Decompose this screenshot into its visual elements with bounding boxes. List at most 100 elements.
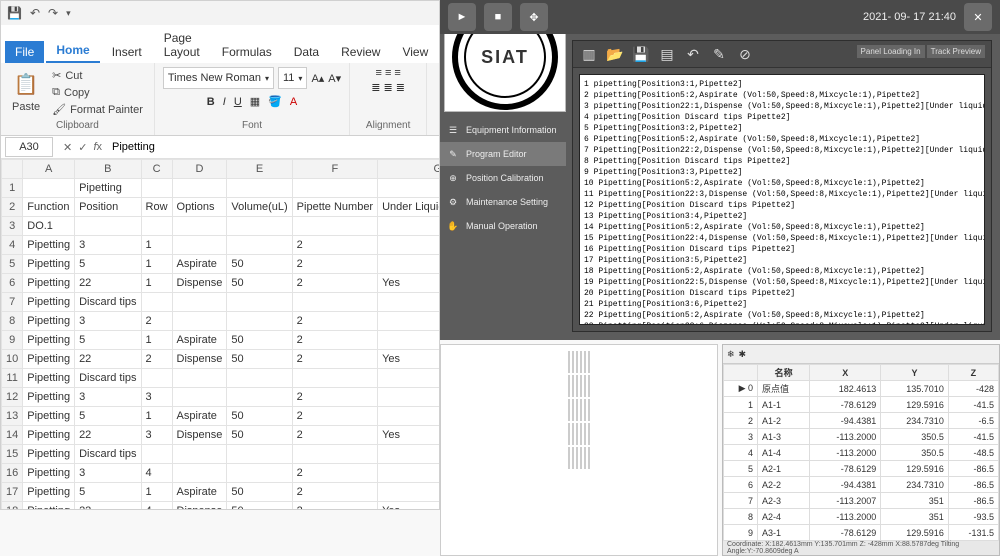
cell[interactable]: Discard tips xyxy=(75,293,141,312)
tab-track-preview[interactable]: Track Preview xyxy=(927,45,985,58)
cell[interactable]: 2 xyxy=(292,274,377,293)
cell[interactable] xyxy=(292,369,377,388)
cell[interactable] xyxy=(227,217,292,236)
tab-review[interactable]: Review xyxy=(331,41,390,63)
tab-panel-loading[interactable]: Panel Loading In xyxy=(857,45,925,58)
row-header[interactable]: 15 xyxy=(2,445,23,464)
thumbnail[interactable] xyxy=(568,351,570,373)
cell[interactable] xyxy=(141,217,172,236)
tab-view[interactable]: View xyxy=(392,41,438,63)
cancel-icon[interactable]: ✕ xyxy=(63,141,72,154)
table-row[interactable]: 5A2-1-78.6129129.5916-86.5 xyxy=(724,461,999,477)
cell[interactable]: 1 xyxy=(141,483,172,502)
font-size-combo[interactable]: 11▾ xyxy=(278,67,307,89)
cell[interactable]: 3 xyxy=(75,388,141,407)
cell[interactable] xyxy=(378,312,439,331)
border-icon[interactable]: ▦ xyxy=(250,95,260,108)
cell[interactable]: 1 xyxy=(141,255,172,274)
thumbnail[interactable] xyxy=(572,447,574,469)
redo-icon[interactable]: ↷ xyxy=(48,6,58,20)
cell[interactable] xyxy=(172,236,227,255)
cell[interactable]: Yes xyxy=(378,502,439,510)
thumbnail[interactable] xyxy=(580,399,582,421)
cell[interactable] xyxy=(141,369,172,388)
cell[interactable]: Discard tips xyxy=(75,445,141,464)
cell[interactable]: 2 xyxy=(141,350,172,369)
cell[interactable] xyxy=(141,445,172,464)
cell[interactable]: 2 xyxy=(292,502,377,510)
cell[interactable]: 22 xyxy=(75,274,141,293)
sidebar-item-program-editor[interactable]: ✎Program Editor xyxy=(440,142,566,166)
cell[interactable]: 2 xyxy=(292,464,377,483)
fill-color-icon[interactable]: 🪣 xyxy=(268,95,282,108)
thumbnail[interactable] xyxy=(588,423,590,445)
thumbnail[interactable] xyxy=(576,447,578,469)
thumbnail[interactable] xyxy=(568,399,570,421)
thumbnail[interactable] xyxy=(588,375,590,397)
row-header[interactable]: 13 xyxy=(2,407,23,426)
italic-button[interactable]: I xyxy=(223,96,226,108)
cell[interactable]: 3 xyxy=(75,312,141,331)
thumbnail[interactable] xyxy=(572,375,574,397)
play-button[interactable]: ► xyxy=(448,3,476,31)
new-icon[interactable]: ▥ xyxy=(579,44,599,64)
thumbnail[interactable] xyxy=(584,447,586,469)
formula-input[interactable] xyxy=(108,136,439,158)
tab-page-layout[interactable]: Page Layout xyxy=(154,27,210,63)
cell[interactable] xyxy=(378,369,439,388)
cell[interactable]: 2 xyxy=(292,426,377,445)
row-header[interactable]: 16 xyxy=(2,464,23,483)
cell[interactable]: Pipetting xyxy=(23,293,75,312)
cell[interactable] xyxy=(227,388,292,407)
thumbnail[interactable] xyxy=(588,447,590,469)
cell[interactable]: 2 xyxy=(292,255,377,274)
thumbnail[interactable] xyxy=(584,351,586,373)
copy-button[interactable]: ⧉Copy xyxy=(49,85,146,100)
cell[interactable]: 1 xyxy=(141,407,172,426)
undo-icon[interactable]: ↶ xyxy=(683,44,703,64)
cell[interactable] xyxy=(378,236,439,255)
thumbnail[interactable] xyxy=(580,447,582,469)
table-row[interactable]: 7A2-3-113.2007351-86.5 xyxy=(724,493,999,509)
cell[interactable]: Pipetting xyxy=(23,502,75,510)
cell[interactable]: Pipetting xyxy=(23,255,75,274)
open-icon[interactable]: 📂 xyxy=(605,44,625,64)
sidebar-item-maintenance-setting[interactable]: ⚙Maintenance Setting xyxy=(440,190,566,214)
row-header[interactable]: 4 xyxy=(2,236,23,255)
col-header[interactable]: C xyxy=(141,160,172,179)
col-header[interactable]: F xyxy=(292,160,377,179)
cell[interactable]: 4 xyxy=(141,464,172,483)
save-icon[interactable]: 💾 xyxy=(631,44,651,64)
cell[interactable]: Dispense xyxy=(172,274,227,293)
star-icon[interactable]: ✱ xyxy=(739,349,747,360)
cell[interactable]: 5 xyxy=(75,407,141,426)
thumbnail[interactable] xyxy=(584,399,586,421)
cell[interactable]: 2 xyxy=(292,407,377,426)
dt-header[interactable]: Z xyxy=(948,365,998,381)
col-header[interactable]: B xyxy=(75,160,141,179)
dt-header[interactable]: X xyxy=(810,365,881,381)
edit-icon[interactable]: ✎ xyxy=(709,44,729,64)
cell[interactable] xyxy=(292,217,377,236)
row-header[interactable]: 12 xyxy=(2,388,23,407)
cell[interactable]: 2 xyxy=(292,236,377,255)
cell[interactable]: 22 xyxy=(75,502,141,510)
cell[interactable]: Dispense xyxy=(172,350,227,369)
fx-icon[interactable]: fx xyxy=(93,141,102,154)
close-button[interactable]: ✕ xyxy=(964,3,992,31)
cut-button[interactable]: ✂Cut xyxy=(49,68,146,83)
bold-button[interactable]: B xyxy=(207,96,215,108)
increase-font-icon[interactable]: A▴ xyxy=(311,72,324,85)
spreadsheet-grid[interactable]: ABCDEFG1Pipetting2FunctionPositionRowOpt… xyxy=(1,159,439,509)
cell[interactable]: 50 xyxy=(227,483,292,502)
col-header[interactable]: G xyxy=(378,160,439,179)
cell[interactable]: Discard tips xyxy=(75,369,141,388)
row-header[interactable]: 10 xyxy=(2,350,23,369)
cell[interactable] xyxy=(172,312,227,331)
tab-insert[interactable]: Insert xyxy=(102,41,152,63)
cell[interactable]: 50 xyxy=(227,502,292,510)
cell[interactable]: Aspirate xyxy=(172,483,227,502)
cell[interactable]: 3 xyxy=(75,236,141,255)
cell[interactable]: 50 xyxy=(227,255,292,274)
cell[interactable]: 5 xyxy=(75,483,141,502)
